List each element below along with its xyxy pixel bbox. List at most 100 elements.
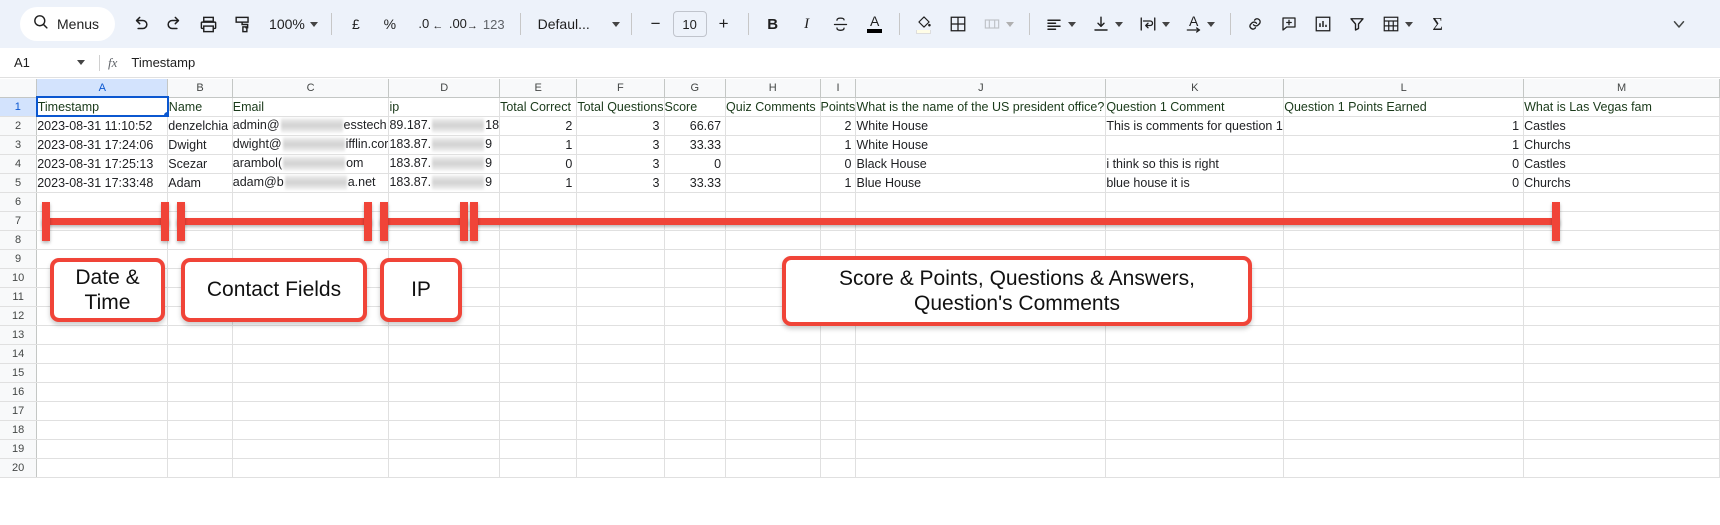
cell-J9[interactable] (855, 249, 1107, 269)
formula-input[interactable]: Timestamp (131, 55, 1720, 70)
cell-E16[interactable] (499, 382, 578, 402)
cell-K13[interactable] (1105, 325, 1285, 345)
cell-H20[interactable] (725, 458, 821, 478)
cell-G2[interactable]: 66.67 (664, 116, 727, 136)
cell-F5[interactable]: 3 (576, 173, 665, 193)
cell-I3[interactable]: 1 (820, 135, 857, 155)
cell-G3[interactable]: 33.33 (664, 135, 727, 155)
cell-F3[interactable]: 3 (576, 135, 665, 155)
cell-J8[interactable] (855, 230, 1107, 250)
cell-F16[interactable] (576, 382, 665, 402)
cell-C6[interactable] (232, 192, 390, 212)
cell-D8[interactable] (388, 230, 501, 250)
cell-M15[interactable] (1523, 363, 1720, 383)
redo-icon[interactable] (157, 7, 191, 41)
cell-I4[interactable]: 0 (820, 154, 857, 174)
column-header-G[interactable]: G (664, 79, 727, 98)
cell-E17[interactable] (499, 401, 578, 421)
cell-A2[interactable]: 2023-08-31 11:10:52 (36, 116, 169, 136)
cell-H9[interactable] (725, 249, 821, 269)
cell-G13[interactable] (664, 325, 727, 345)
cell-G18[interactable] (664, 420, 727, 440)
cell-B18[interactable] (167, 420, 233, 440)
undo-icon[interactable] (123, 7, 157, 41)
cell-C10[interactable] (232, 268, 390, 288)
cell-J14[interactable] (855, 344, 1107, 364)
cell-E6[interactable] (499, 192, 578, 212)
cell-C11[interactable] (232, 287, 390, 307)
cell-F8[interactable] (576, 230, 665, 250)
bold-button[interactable]: B (756, 7, 790, 41)
cell-C5[interactable]: adam@b a.net (232, 173, 390, 193)
decrease-decimal-button[interactable]: .0 ← (407, 7, 443, 41)
cell-L17[interactable] (1283, 401, 1525, 421)
cell-M3[interactable]: Churchs (1523, 135, 1720, 155)
cell-F6[interactable] (576, 192, 665, 212)
cell-A4[interactable]: 2023-08-31 17:25:13 (36, 154, 169, 174)
cell-I18[interactable] (820, 420, 857, 440)
cell-C18[interactable] (232, 420, 390, 440)
cell-H7[interactable] (725, 211, 821, 231)
cell-L8[interactable] (1283, 230, 1525, 250)
cell-C20[interactable] (232, 458, 390, 478)
cell-L19[interactable] (1283, 439, 1525, 459)
cell-D16[interactable] (388, 382, 501, 402)
cell-I8[interactable] (820, 230, 857, 250)
cell-K17[interactable] (1105, 401, 1285, 421)
cell-A12[interactable] (36, 306, 169, 326)
cell-F17[interactable] (576, 401, 665, 421)
print-icon[interactable] (191, 7, 225, 41)
cell-K19[interactable] (1105, 439, 1285, 459)
cell-G9[interactable] (664, 249, 727, 269)
cell-B17[interactable] (167, 401, 233, 421)
cell-G4[interactable]: 0 (664, 154, 727, 174)
column-header-F[interactable]: F (576, 79, 665, 98)
cell-J4[interactable]: Black House (855, 154, 1107, 174)
column-header-M[interactable]: M (1523, 79, 1720, 98)
cell-H8[interactable] (725, 230, 821, 250)
cell-K1[interactable]: Question 1 Comment (1105, 97, 1285, 117)
cell-A13[interactable] (36, 325, 169, 345)
cell-F9[interactable] (576, 249, 665, 269)
cell-D4[interactable]: 183.87. 9 (388, 154, 501, 174)
insert-comment-icon[interactable] (1272, 7, 1306, 41)
cell-H18[interactable] (725, 420, 821, 440)
cell-D3[interactable]: 183.87. 9 (388, 135, 501, 155)
cell-C7[interactable] (232, 211, 390, 231)
cell-L4[interactable]: 0 (1283, 154, 1525, 174)
cell-C8[interactable] (232, 230, 390, 250)
cell-D1[interactable]: ip (388, 97, 501, 117)
borders-icon[interactable] (941, 7, 975, 41)
cell-C16[interactable] (232, 382, 390, 402)
cell-C14[interactable] (232, 344, 390, 364)
cell-F1[interactable]: Total Questions (576, 97, 665, 117)
menus-search-button[interactable]: Menus (20, 7, 116, 41)
cell-L14[interactable] (1283, 344, 1525, 364)
cell-I7[interactable] (820, 211, 857, 231)
horizontal-align-icon[interactable] (1037, 7, 1084, 41)
cell-G15[interactable] (664, 363, 727, 383)
cell-J16[interactable] (855, 382, 1107, 402)
cell-A17[interactable] (36, 401, 169, 421)
cell-F20[interactable] (576, 458, 665, 478)
cell-K11[interactable] (1105, 287, 1285, 307)
cell-H11[interactable] (725, 287, 821, 307)
cell-K3[interactable] (1105, 135, 1285, 155)
cell-C13[interactable] (232, 325, 390, 345)
cell-G14[interactable] (664, 344, 727, 364)
cell-A5[interactable]: 2023-08-31 17:33:48 (36, 173, 169, 193)
cell-A15[interactable] (36, 363, 169, 383)
cell-B19[interactable] (167, 439, 233, 459)
cell-B14[interactable] (167, 344, 233, 364)
cell-M5[interactable]: Churchs (1523, 173, 1720, 193)
cell-F4[interactable]: 3 (576, 154, 665, 174)
cell-K16[interactable] (1105, 382, 1285, 402)
cell-D19[interactable] (388, 439, 501, 459)
cell-K2[interactable]: This is comments for question 1 (1105, 116, 1285, 136)
cell-J6[interactable] (855, 192, 1107, 212)
cell-A20[interactable] (36, 458, 169, 478)
select-all-corner[interactable] (0, 79, 38, 98)
cell-D20[interactable] (388, 458, 501, 478)
cell-F7[interactable] (576, 211, 665, 231)
cell-C19[interactable] (232, 439, 390, 459)
